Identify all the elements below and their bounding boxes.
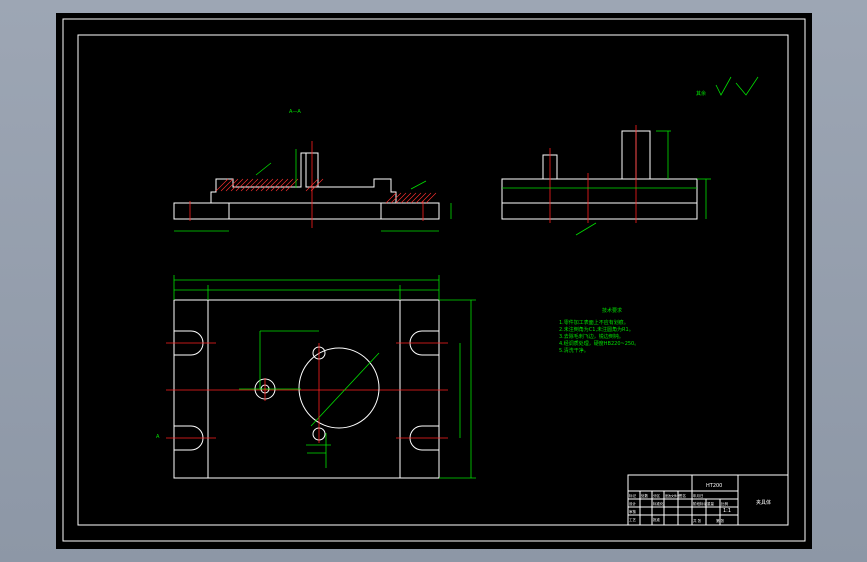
section-label: A—A	[289, 109, 301, 115]
title-label: 阶段标记	[693, 501, 707, 506]
tech-item: 3.去除毛刺飞边，锐边倒钝。	[559, 333, 624, 340]
title-label: 签名	[679, 493, 686, 498]
title-label: 共 张	[693, 518, 702, 523]
side-view	[501, 125, 711, 236]
title-label: 年月日	[693, 493, 704, 498]
title-label: 重量	[707, 501, 715, 506]
title-part-name: 夹具体	[756, 499, 771, 506]
tech-item: 5.清洗干净。	[559, 347, 589, 354]
roughness-note: 其余	[696, 90, 706, 97]
title-label: 第 张	[716, 518, 725, 523]
title-label: 处数	[641, 493, 649, 498]
title-scale: 1:1	[723, 508, 731, 514]
drawing-canvas: A—A 其余 A 技术要求 1.零件加工表面上不应有划痕。 2.未注倒角为C1,…	[62, 18, 806, 542]
cad-viewport[interactable]: A—A 其余 A 技术要求 1.零件加工表面上不应有划痕。 2.未注倒角为C1,…	[56, 13, 812, 549]
title-label: 批准	[653, 517, 661, 522]
title-block: HT200 夹具体 1:1 标记 处数 分区 更改文件号 签名 年月日 设计 标…	[627, 474, 789, 526]
title-material: HT200	[706, 483, 722, 489]
tech-item: 2.未注倒角为C1,未注圆角为R1。	[559, 326, 634, 333]
roughness-symbol: 其余	[696, 76, 759, 97]
title-label: 标记	[629, 493, 637, 498]
title-label: 比例	[721, 501, 729, 506]
tech-item: 4.经调质处理，硬度HB220~250。	[559, 340, 639, 347]
tech-item: 1.零件加工表面上不应有划痕。	[559, 319, 629, 326]
title-label: 工艺	[629, 517, 637, 522]
section-view: A—A	[173, 109, 452, 232]
tech-title: 技术要求	[602, 307, 622, 314]
title-label: 设计	[629, 501, 637, 506]
title-label: 标准化	[653, 501, 664, 506]
tech-requirements: 技术要求 1.零件加工表面上不应有划痕。 2.未注倒角为C1,未注圆角为R1。 …	[559, 307, 639, 354]
hatching	[215, 178, 437, 204]
title-label: 更改文件号	[665, 493, 680, 498]
plan-view: A	[156, 275, 476, 479]
title-label: 分区	[653, 493, 661, 498]
title-label: 审核	[629, 509, 637, 514]
section-marker: A	[156, 434, 160, 440]
